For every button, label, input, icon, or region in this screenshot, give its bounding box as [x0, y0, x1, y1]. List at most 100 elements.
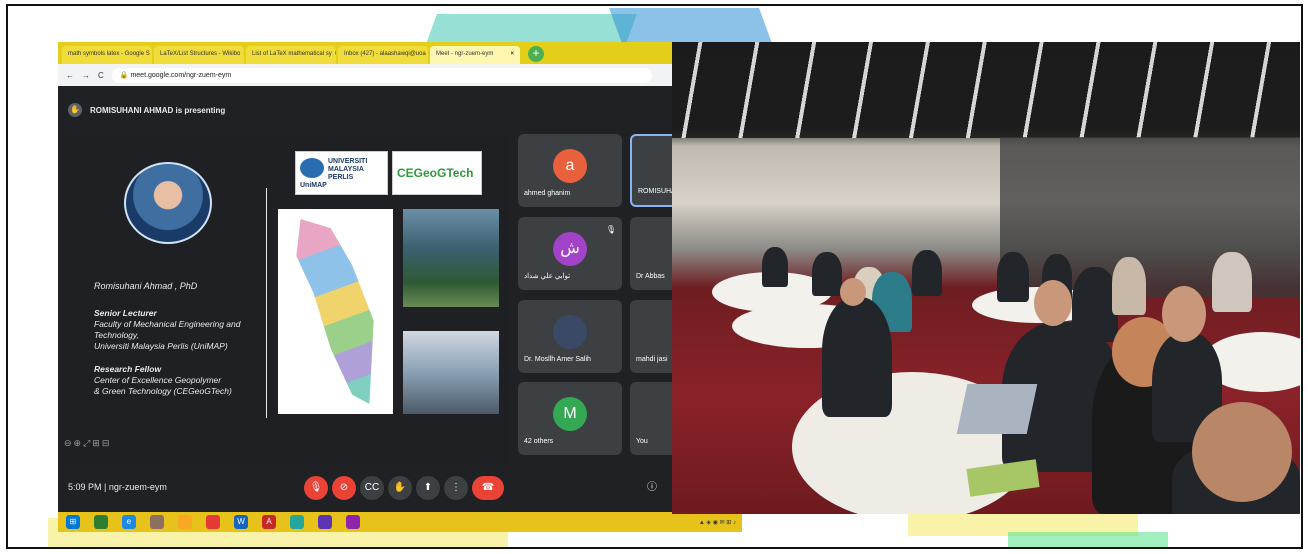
- attendee: [912, 250, 942, 296]
- map-icon: [296, 219, 374, 404]
- participant-tile[interactable]: a ahmed ghanim: [518, 134, 622, 207]
- folder-icon[interactable]: [178, 515, 192, 529]
- participant-name: ROMISUHA: [638, 188, 676, 195]
- logo-brand: UniMAP: [300, 182, 327, 189]
- participant-tile[interactable]: Dr. Mosllh Amer Salih: [518, 300, 622, 373]
- conference-room-photo: [672, 42, 1300, 514]
- camera-off-icon[interactable]: ⊘: [332, 476, 356, 500]
- globe-icon: [300, 158, 324, 178]
- laptop: [956, 384, 1038, 434]
- pdf-icon[interactable]: A: [262, 515, 276, 529]
- chrome-icon[interactable]: [206, 515, 220, 529]
- lock-icon: 🔒: [119, 71, 131, 79]
- unimap-logo: UNIVERSITI MALAYSIA PERLIS UniMAP: [295, 151, 388, 195]
- tab-label: List of LaTeX mathematical sy: [252, 51, 332, 57]
- attendee-head: [840, 278, 866, 306]
- meeting-code: ngr-zuem-eym: [108, 482, 167, 492]
- role-title: Senior Lecturer: [94, 308, 157, 318]
- meet-control-bar: 5:09 PM | ngr-zuem-eym 🎙 ⊘ CC ✋ ⬆ ⋮ ☎ ⓘ: [58, 466, 742, 512]
- close-icon[interactable]: ×: [335, 51, 336, 64]
- avatar: M: [553, 396, 587, 431]
- presenting-banner: ✋ ROMISUHANI AHMAD is presenting: [58, 97, 742, 123]
- close-icon[interactable]: ×: [243, 51, 244, 64]
- logo-text: UNIVERSITI: [328, 158, 368, 165]
- tab-label: LaTeX/List Structures - Wikibo: [160, 51, 241, 57]
- participant-name: Dr. Mosllh Amer Salih: [524, 356, 591, 363]
- avatar: [553, 314, 587, 349]
- attendee: [1112, 257, 1146, 315]
- viber-icon[interactable]: [346, 515, 360, 529]
- role-line: Center of Excellence Geopolymer: [94, 375, 222, 385]
- app-icon[interactable]: [318, 515, 332, 529]
- role-line: Universiti Malaysia Perlis (UniMAP): [94, 341, 228, 351]
- meet-screenshot: math symbols latex - Google S× LaTeX/Lis…: [58, 42, 742, 532]
- map-image: [278, 209, 393, 414]
- start-icon[interactable]: ⊞: [66, 515, 80, 529]
- cegeo-logo: CEGeoGTech: [392, 151, 482, 195]
- participant-name: You: [636, 438, 648, 445]
- mic-off-icon: 🎙: [605, 225, 616, 234]
- slide-controls[interactable]: ⊖⊕⤢⊞⊟: [64, 438, 111, 449]
- edge-icon[interactable]: e: [122, 515, 136, 529]
- reload-icon[interactable]: C: [98, 71, 104, 80]
- browser-tab[interactable]: LaTeX/List Structures - Wikibo×: [154, 46, 244, 64]
- participant-name: ahmed ghanim: [524, 190, 571, 197]
- browser-tab[interactable]: math symbols latex - Google S×: [62, 46, 152, 64]
- participant-name: 42 others: [524, 438, 554, 445]
- attendee-head: [1162, 286, 1206, 342]
- presenter-name: Romisuhani Ahmad , PhD: [94, 281, 198, 291]
- ceiling-lights: [672, 42, 1300, 138]
- avatar: a: [553, 148, 587, 183]
- windows-taskbar: ⊞ e W A ▲ ◈ ◉ ✉ ⊞ ♪: [58, 512, 742, 532]
- captions-icon[interactable]: CC: [360, 476, 384, 500]
- logo-text: CEGeoGTech: [397, 166, 474, 180]
- building-photo: [403, 209, 499, 307]
- meeting-info: 5:09 PM | ngr-zuem-eym: [68, 482, 167, 492]
- browser-tab-bar: math symbols latex - Google S× LaTeX/Lis…: [58, 42, 742, 64]
- lab-photo: [403, 331, 499, 414]
- back-icon[interactable]: ←: [66, 71, 74, 80]
- tab-label: Inbox (427) - alaashawqi@uoa: [344, 51, 426, 57]
- more-options-icon[interactable]: ⋮: [444, 476, 468, 500]
- url-input[interactable]: 🔒 meet.google.com/ngr-zuem-eym: [111, 67, 652, 83]
- presenter-icon: ✋: [68, 103, 82, 117]
- forward-icon[interactable]: →: [82, 71, 90, 80]
- info-icon[interactable]: ⓘ: [640, 476, 664, 500]
- app-icon[interactable]: [150, 515, 164, 529]
- mic-off-icon[interactable]: 🎙: [304, 476, 328, 500]
- participant-name: mahdi jasi: [636, 356, 668, 363]
- app-icon[interactable]: [94, 515, 108, 529]
- role-line: & Green Technology (CEGeoGTech): [94, 386, 232, 396]
- system-tray: ▲ ◈ ◉ ✉ ⊞ ♪: [698, 519, 736, 526]
- close-icon[interactable]: ×: [510, 51, 514, 64]
- presenting-text: ROMISUHANI AHMAD is presenting: [90, 105, 226, 115]
- participant-tile[interactable]: M 42 others: [518, 382, 622, 455]
- end-call-icon[interactable]: ☎: [472, 476, 504, 500]
- role-line: Faculty of Mechanical Engineering and: [94, 319, 241, 329]
- attendee: [822, 297, 892, 417]
- attendee-head: [1192, 402, 1292, 502]
- participant-name: ثوابي علي شداد: [524, 273, 571, 280]
- new-tab-icon[interactable]: +: [528, 46, 544, 62]
- tab-label: math symbols latex - Google S: [68, 51, 150, 57]
- browser-tab[interactable]: Inbox (427) - alaashawqi@uoa ×: [338, 46, 428, 64]
- browser-tab-active[interactable]: Meet - ngr-zuem-eym ×: [430, 46, 520, 64]
- presenter-photo: [124, 162, 212, 244]
- present-icon[interactable]: ⬆: [416, 476, 440, 500]
- participant-tile[interactable]: ش 🎙 ثوابي علي شداد: [518, 217, 622, 290]
- shared-slide: Romisuhani Ahmad , PhD Senior Lecturer F…: [58, 136, 510, 466]
- browser-tab[interactable]: List of LaTeX mathematical sy×: [246, 46, 336, 64]
- presenter-roles: Senior Lecturer Faculty of Mechanical En…: [94, 308, 264, 397]
- slide-divider: [266, 188, 267, 418]
- word-icon[interactable]: W: [234, 515, 248, 529]
- attendee: [812, 252, 842, 296]
- address-bar: ← → C 🔒 meet.google.com/ngr-zuem-eym: [58, 64, 742, 86]
- chrome-icon[interactable]: [290, 515, 304, 529]
- url-text: meet.google.com/ngr-zuem-eym: [130, 71, 232, 79]
- attendee: [1212, 252, 1252, 312]
- tab-label: Meet - ngr-zuem-eym: [436, 51, 494, 57]
- background-green-stripe: [1008, 532, 1168, 547]
- raise-hand-icon[interactable]: ✋: [388, 476, 412, 500]
- attendee: [762, 247, 788, 287]
- participant-name: Dr Abbas: [636, 273, 665, 280]
